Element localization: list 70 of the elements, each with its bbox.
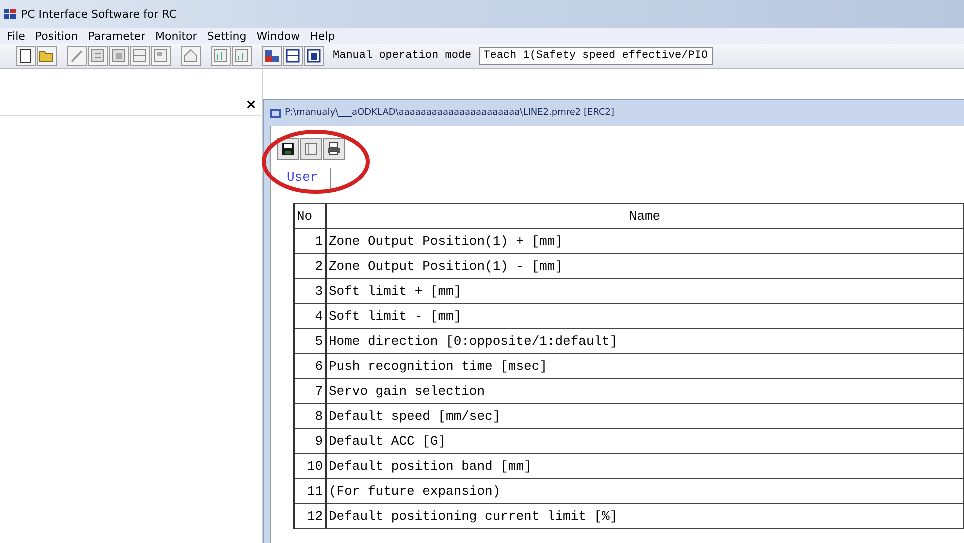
- row-number: 4: [294, 304, 326, 328]
- row-number: 10: [294, 454, 326, 478]
- list-button[interactable]: [109, 46, 129, 66]
- menu-item[interactable]: Setting: [202, 30, 252, 42]
- window-title: PC Interface Software for RC: [21, 8, 177, 20]
- window-icon: [306, 48, 322, 64]
- column-header: No: [294, 204, 326, 228]
- table-cell: Servo gain selection: [326, 378, 964, 404]
- print-button[interactable]: [323, 138, 345, 160]
- window-button[interactable]: [304, 46, 324, 66]
- child-window-title: P:\manualy\___aODKLAD\aaaaaaaaaaaaaaaaaaaaaa\LINE2.pmre2 [ERC2]: [285, 108, 614, 118]
- menu-item[interactable]: Parameter: [83, 30, 150, 42]
- table-cell: Default position band [mm]: [326, 454, 964, 478]
- chart-icon: [213, 48, 229, 64]
- row-number: 3: [294, 278, 326, 304]
- tab[interactable]: User: [277, 168, 332, 190]
- pencil-icon: [69, 48, 85, 64]
- table-cell: Default speed [mm/sec]: [326, 404, 964, 428]
- table-cell: Soft limit + [mm]: [326, 278, 964, 304]
- row-number: 8: [294, 404, 326, 428]
- list-button[interactable]: [88, 46, 108, 66]
- close-button[interactable]: ×: [244, 97, 258, 115]
- chart-button[interactable]: [232, 46, 252, 66]
- table-cell: Push recognition time [msec]: [326, 354, 964, 378]
- printer-icon: [327, 142, 341, 156]
- house-button[interactable]: [181, 46, 201, 66]
- tile-button[interactable]: [262, 46, 282, 66]
- panel-button[interactable]: [151, 46, 171, 66]
- window-icon: [304, 142, 318, 156]
- row-number: 6: [294, 354, 326, 378]
- app-icon: [4, 9, 16, 19]
- menu-item[interactable]: Position: [30, 30, 84, 42]
- pencil-button[interactable]: [67, 46, 87, 66]
- mode-dropdown[interactable]: Teach 1(Safety speed effective/PIO: [478, 47, 714, 65]
- row-number: 5: [294, 328, 326, 354]
- row-number: 12: [294, 504, 326, 528]
- tile-icon: [264, 48, 280, 64]
- table-cell: Soft limit - [mm]: [326, 304, 964, 328]
- table-cell: Zone Output Position(1) + [mm]: [326, 228, 964, 254]
- document-icon: [270, 108, 281, 118]
- chart-icon: [234, 48, 250, 64]
- row-number: 11: [294, 478, 326, 504]
- row-number: 1: [294, 228, 326, 254]
- cascade-icon: [285, 48, 301, 64]
- grid-button[interactable]: [130, 46, 150, 66]
- mode-label: Manual operation mode: [333, 50, 472, 62]
- menu-item[interactable]: Monitor: [150, 30, 202, 42]
- table-cell: Zone Output Position(1) - [mm]: [326, 254, 964, 278]
- list-icon: [111, 48, 127, 64]
- open-folder-button[interactable]: [37, 46, 57, 66]
- new-file-button[interactable]: [16, 46, 36, 66]
- table-cell: Default positioning current limit [%]: [326, 504, 964, 528]
- list-icon: [90, 48, 106, 64]
- cascade-button[interactable]: [283, 46, 303, 66]
- save-button[interactable]: [277, 138, 299, 160]
- menu-item[interactable]: Help: [305, 30, 340, 42]
- grid-icon: [132, 48, 148, 64]
- house-icon: [183, 48, 199, 64]
- table-cell: (For future expansion): [326, 478, 964, 504]
- row-number: 9: [294, 428, 326, 454]
- row-number: 7: [294, 378, 326, 404]
- row-number: 2: [294, 254, 326, 278]
- panel-icon: [153, 48, 169, 64]
- menu-item[interactable]: Window: [252, 30, 306, 42]
- new-file-icon: [18, 48, 34, 64]
- chart-button[interactable]: [211, 46, 231, 66]
- table-cell: Home direction [0:opposite/1:default]: [326, 328, 964, 354]
- menu-item[interactable]: File: [2, 30, 30, 42]
- column-header: Name: [326, 204, 964, 228]
- table-cell: Default ACC [G]: [326, 428, 964, 454]
